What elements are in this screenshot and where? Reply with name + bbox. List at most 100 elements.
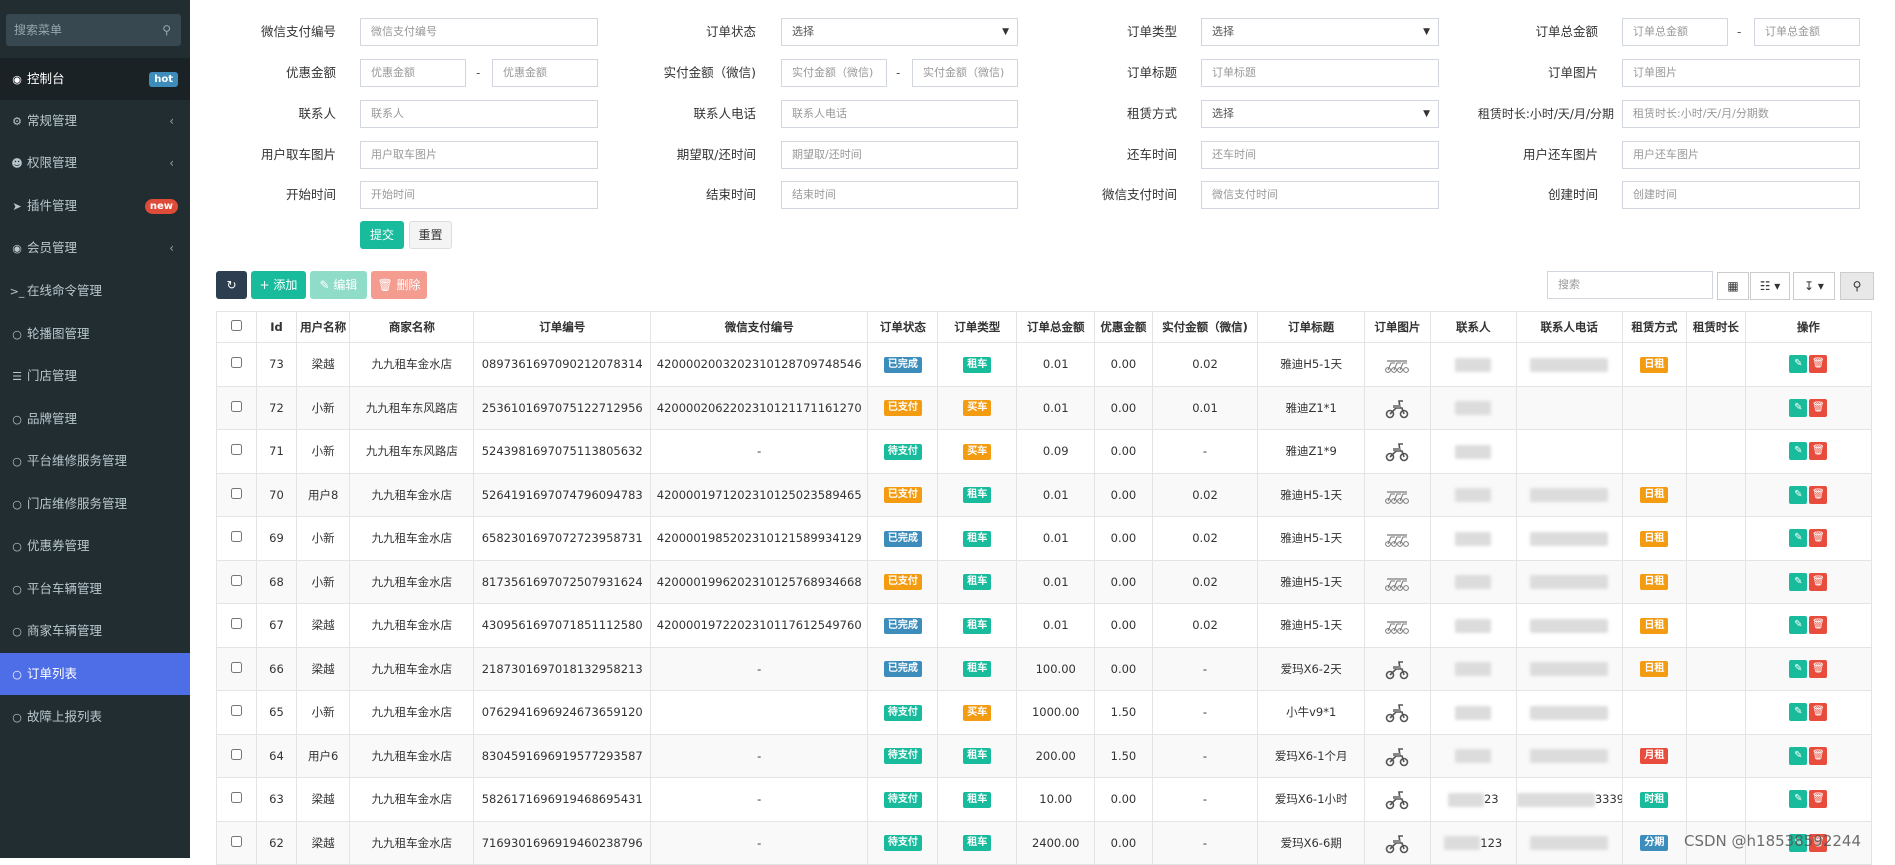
sidebar-item[interactable]: >_ 在线命令管理 xyxy=(0,270,190,312)
column-header[interactable]: 订单状态 xyxy=(867,311,939,343)
row-checkbox[interactable] xyxy=(231,748,242,760)
sidebar-item[interactable]: ☻ 权限管理 ‹ xyxy=(0,142,190,184)
vehicle-thumbnail[interactable] xyxy=(1384,618,1410,635)
sidebar-item[interactable]: ☰ 门店管理 xyxy=(0,355,190,397)
delete-button[interactable]: 🗑 删除 xyxy=(371,271,427,299)
refresh-button[interactable]: ↻ xyxy=(216,271,247,299)
row-delete-button[interactable]: 🗑 xyxy=(1809,355,1828,374)
column-header[interactable]: 商家名称 xyxy=(349,311,475,343)
row-delete-button[interactable]: 🗑 xyxy=(1809,442,1828,461)
column-header[interactable]: 用户名称 xyxy=(295,311,351,343)
columns-button[interactable]: ☷ ▾ xyxy=(1750,272,1790,300)
row-edit-button[interactable]: ✎ xyxy=(1789,485,1808,504)
submit-button[interactable]: 提交 xyxy=(360,221,404,249)
table-row[interactable]: 64 用户6 九九租车金水店 8304591696919577293587- 待支付 租车… xyxy=(216,733,1873,778)
vehicle-thumbnail[interactable] xyxy=(1384,704,1410,723)
order-type-select[interactable]: 选择 ▼ xyxy=(1201,18,1439,46)
row-checkbox[interactable] xyxy=(231,531,242,543)
column-header[interactable]: 租赁时长 xyxy=(1686,311,1746,343)
column-header[interactable]: 租赁方式 xyxy=(1621,311,1688,343)
row-edit-button[interactable]: ✎ xyxy=(1789,398,1808,417)
sidebar-item[interactable]: ○ 品牌管理 xyxy=(0,398,190,440)
column-header[interactable]: Id xyxy=(256,311,297,343)
start-time-input[interactable]: 开始时间 xyxy=(360,181,598,209)
sidebar-item[interactable]: ○ 商家车辆管理 xyxy=(0,610,190,652)
column-header[interactable]: 操作 xyxy=(1744,311,1873,343)
search-icon[interactable]: ⚲ xyxy=(162,14,171,46)
discount-min-input[interactable]: 优惠金额 xyxy=(360,59,466,87)
create-time-input[interactable]: 创建时间 xyxy=(1622,181,1860,209)
table-row[interactable]: 73 梁越 九九租车金水店 0897361697090212078314 4200002… xyxy=(216,342,1873,387)
vehicle-thumbnail[interactable] xyxy=(1384,747,1410,767)
row-checkbox[interactable] xyxy=(231,400,242,412)
vehicle-thumbnail[interactable] xyxy=(1384,487,1410,504)
vehicle-thumbnail[interactable] xyxy=(1384,531,1410,548)
table-row[interactable]: 68 小新 九九租车金水店 8173561697072507931624 4200001… xyxy=(216,559,1873,604)
sidebar-item[interactable]: ○ 轮播图管理 xyxy=(0,313,190,355)
table-row[interactable]: 72 小新 九九租车东风路店 2536101697075122712956 420000… xyxy=(216,385,1873,430)
expected-time-input[interactable]: 期望取/还时间 xyxy=(781,141,1018,169)
row-checkbox[interactable] xyxy=(231,487,242,499)
column-header[interactable]: 联系人 xyxy=(1429,311,1517,343)
column-header[interactable]: 优惠金额 xyxy=(1094,311,1153,343)
row-edit-button[interactable]: ✎ xyxy=(1789,746,1808,765)
rent-duration-input[interactable]: 租赁时长:小时/天/月/分期数 xyxy=(1622,100,1860,128)
sidebar-item[interactable]: ○ 门店维修服务管理 xyxy=(0,483,190,525)
table-row[interactable]: 65 小新 九九租车金水店 0762941696924673659120 待支付 买车 10… xyxy=(216,690,1873,735)
table-search-input[interactable]: 搜索 xyxy=(1547,271,1713,299)
sidebar-item[interactable]: ○ 平台车辆管理 xyxy=(0,568,190,610)
column-header[interactable]: 订单总金额 xyxy=(1016,311,1096,343)
row-checkbox[interactable] xyxy=(231,444,242,456)
sidebar-item[interactable]: ○ 订单列表 xyxy=(0,653,190,695)
column-header[interactable]: 联系人电话 xyxy=(1515,311,1623,343)
order-image-input[interactable]: 订单图片 xyxy=(1622,59,1860,87)
sidebar-search-input[interactable]: 搜索菜单 ⚲ xyxy=(6,14,181,46)
contact-input[interactable]: 联系人 xyxy=(360,100,598,128)
edit-button[interactable]: ✎ 编辑 xyxy=(310,271,367,299)
vehicle-thumbnail[interactable] xyxy=(1384,834,1410,854)
rent-mode-select[interactable]: 选择 ▼ xyxy=(1201,100,1439,128)
order-total-min-input[interactable]: 订单总金额 xyxy=(1622,18,1728,46)
sidebar-item[interactable]: ○ 平台维修服务管理 xyxy=(0,440,190,482)
row-edit-button[interactable]: ✎ xyxy=(1789,659,1808,678)
reset-button[interactable]: 重置 xyxy=(409,221,452,249)
column-header[interactable]: 订单类型 xyxy=(937,311,1018,343)
vehicle-thumbnail[interactable] xyxy=(1384,399,1410,419)
wx-pay-no-input[interactable]: 微信支付编号 xyxy=(360,18,598,46)
discount-max-input[interactable]: 优惠金额 xyxy=(492,59,598,87)
column-header[interactable]: 订单图片 xyxy=(1364,311,1431,343)
toggle-view-button[interactable]: ▦ xyxy=(1717,272,1749,300)
sidebar-item[interactable]: ◉ 会员管理 ‹ xyxy=(0,227,190,269)
pickup-image-input[interactable]: 用户取车图片 xyxy=(360,141,598,169)
row-checkbox[interactable] xyxy=(231,574,242,586)
row-edit-button[interactable]: ✎ xyxy=(1789,703,1808,722)
row-delete-button[interactable]: 🗑 xyxy=(1809,572,1828,591)
vehicle-thumbnail[interactable] xyxy=(1384,660,1410,680)
row-checkbox[interactable] xyxy=(231,661,242,673)
column-header[interactable]: 微信支付编号 xyxy=(649,311,869,343)
row-delete-button[interactable]: 🗑 xyxy=(1809,746,1828,765)
add-button[interactable]: + 添加 xyxy=(251,271,306,299)
table-row[interactable]: 66 梁越 九九租车金水店 2187301697018132958213- 已完成 租车 1… xyxy=(216,646,1873,691)
order-total-max-input[interactable]: 订单总金额 xyxy=(1754,18,1860,46)
row-edit-button[interactable]: ✎ xyxy=(1789,616,1808,635)
sidebar-item[interactable]: ◉ 控制台 hot xyxy=(0,58,190,100)
row-checkbox[interactable] xyxy=(231,618,242,630)
column-header[interactable]: 实付金额（微信) xyxy=(1151,311,1259,343)
sidebar-item[interactable]: ○ 优惠券管理 xyxy=(0,525,190,567)
row-delete-button[interactable]: 🗑 xyxy=(1809,529,1828,548)
row-delete-button[interactable]: 🗑 xyxy=(1809,659,1828,678)
row-checkbox[interactable] xyxy=(231,835,242,847)
table-row[interactable]: 63 梁越 九九租车金水店 5826171696919468695431- 待支付 租车 1… xyxy=(216,777,1873,822)
row-checkbox[interactable] xyxy=(231,357,242,369)
row-delete-button[interactable]: 🗑 xyxy=(1809,616,1828,635)
vehicle-thumbnail[interactable] xyxy=(1384,791,1410,810)
row-edit-button[interactable]: ✎ xyxy=(1789,572,1808,591)
return-image-input[interactable]: 用户还车图片 xyxy=(1622,141,1860,169)
vehicle-thumbnail[interactable] xyxy=(1384,574,1410,591)
table-row[interactable]: 67 梁越 九九租车金水店 4309561697071851112580 4200001… xyxy=(216,603,1873,648)
row-edit-button[interactable]: ✎ xyxy=(1789,529,1808,548)
row-checkbox[interactable] xyxy=(231,705,242,717)
order-status-select[interactable]: 选择 ▼ xyxy=(781,18,1018,46)
wx-pay-time-input[interactable]: 微信支付时间 xyxy=(1201,181,1439,209)
